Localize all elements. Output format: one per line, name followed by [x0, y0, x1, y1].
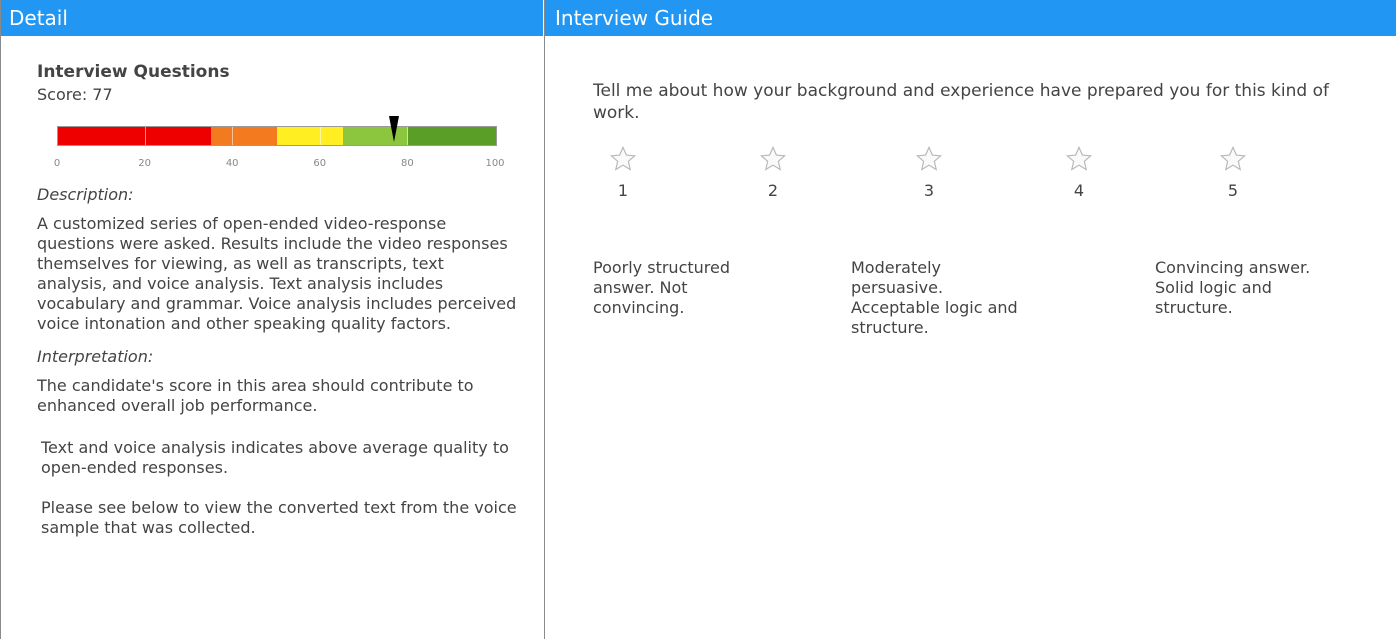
star-icon[interactable] — [899, 145, 959, 173]
gauge-gridline — [407, 127, 409, 145]
gauge-gridline — [232, 127, 234, 145]
interview-guide-panel: Interview Guide Tell me about how your b… — [545, 0, 1396, 639]
gauge-tick-label: 60 — [313, 158, 327, 169]
rating-number: 3 — [923, 181, 935, 200]
gauge-segment — [408, 127, 496, 145]
interview-question: Tell me about how your background and ex… — [593, 81, 1329, 123]
score-marker-icon — [389, 116, 400, 142]
interview-guide-header: Interview Guide — [545, 0, 1396, 36]
gauge-tick-label: 20 — [138, 158, 151, 169]
rating-description-5: Convincing answer. Solid logic and struc… — [1155, 258, 1311, 317]
rating-number: 5 — [1227, 181, 1239, 200]
rating-option-2[interactable]: 2 — [743, 145, 803, 200]
description-label: Description: — [37, 185, 134, 204]
gauge-tick-label: 100 — [485, 158, 505, 169]
gauge-tick-label: 40 — [225, 158, 239, 169]
section-title: Interview Questions — [37, 62, 230, 82]
star-icon[interactable] — [1049, 145, 1109, 173]
gauge-tick-label: 80 — [401, 158, 414, 169]
rating-number: 4 — [1073, 181, 1085, 200]
gauge-segment — [58, 127, 146, 145]
report-frame: Detail Interview Questions Score: 77 0 20… — [0, 0, 1396, 639]
star-icon[interactable] — [593, 145, 653, 173]
rating-option-1[interactable]: 1 — [593, 145, 653, 200]
interpretation-label: Interpretation: — [37, 347, 154, 366]
gauge-segment — [276, 127, 343, 145]
rating-number: 1 — [617, 181, 629, 200]
gauge-tick-label: 0 — [53, 158, 61, 169]
rating-row: 1 2 3 4 5 — [593, 145, 1313, 225]
gauge-gridline — [319, 127, 321, 145]
score-gauge — [57, 116, 497, 158]
star-icon[interactable] — [743, 145, 803, 173]
description-text: A customized series of open-ended video-… — [37, 214, 517, 333]
rating-option-4[interactable]: 4 — [1049, 145, 1109, 200]
note-text: Please see below to view the converted t… — [41, 498, 517, 537]
detail-header: Detail — [1, 0, 544, 36]
rating-description-1: Poorly structured answer. Not convincing… — [593, 258, 730, 317]
detail-body: Interview Questions Score: 77 0 20 40 60 80 1… — [1, 36, 544, 538]
rating-option-5[interactable]: 5 — [1203, 145, 1263, 200]
score-text: Score: 77 — [37, 85, 113, 104]
star-icon[interactable] — [1203, 145, 1263, 173]
gauge-segment — [145, 127, 212, 145]
gauge-bar — [57, 126, 497, 146]
analysis-text: Text and voice analysis indicates above … — [41, 438, 509, 477]
rating-number: 2 — [767, 181, 779, 200]
gauge-tick-labels: 0 20 40 60 80 100 — [53, 158, 505, 172]
gauge-segment — [211, 127, 277, 145]
rating-option-3[interactable]: 3 — [899, 145, 959, 200]
interpretation-text: The candidate's score in this area shoul… — [37, 376, 474, 415]
rating-description-3: Moderately persuasive. Acceptable logic … — [851, 258, 1018, 337]
gauge-gridline — [144, 127, 146, 145]
detail-panel: Detail Interview Questions Score: 77 0 20… — [0, 0, 545, 639]
